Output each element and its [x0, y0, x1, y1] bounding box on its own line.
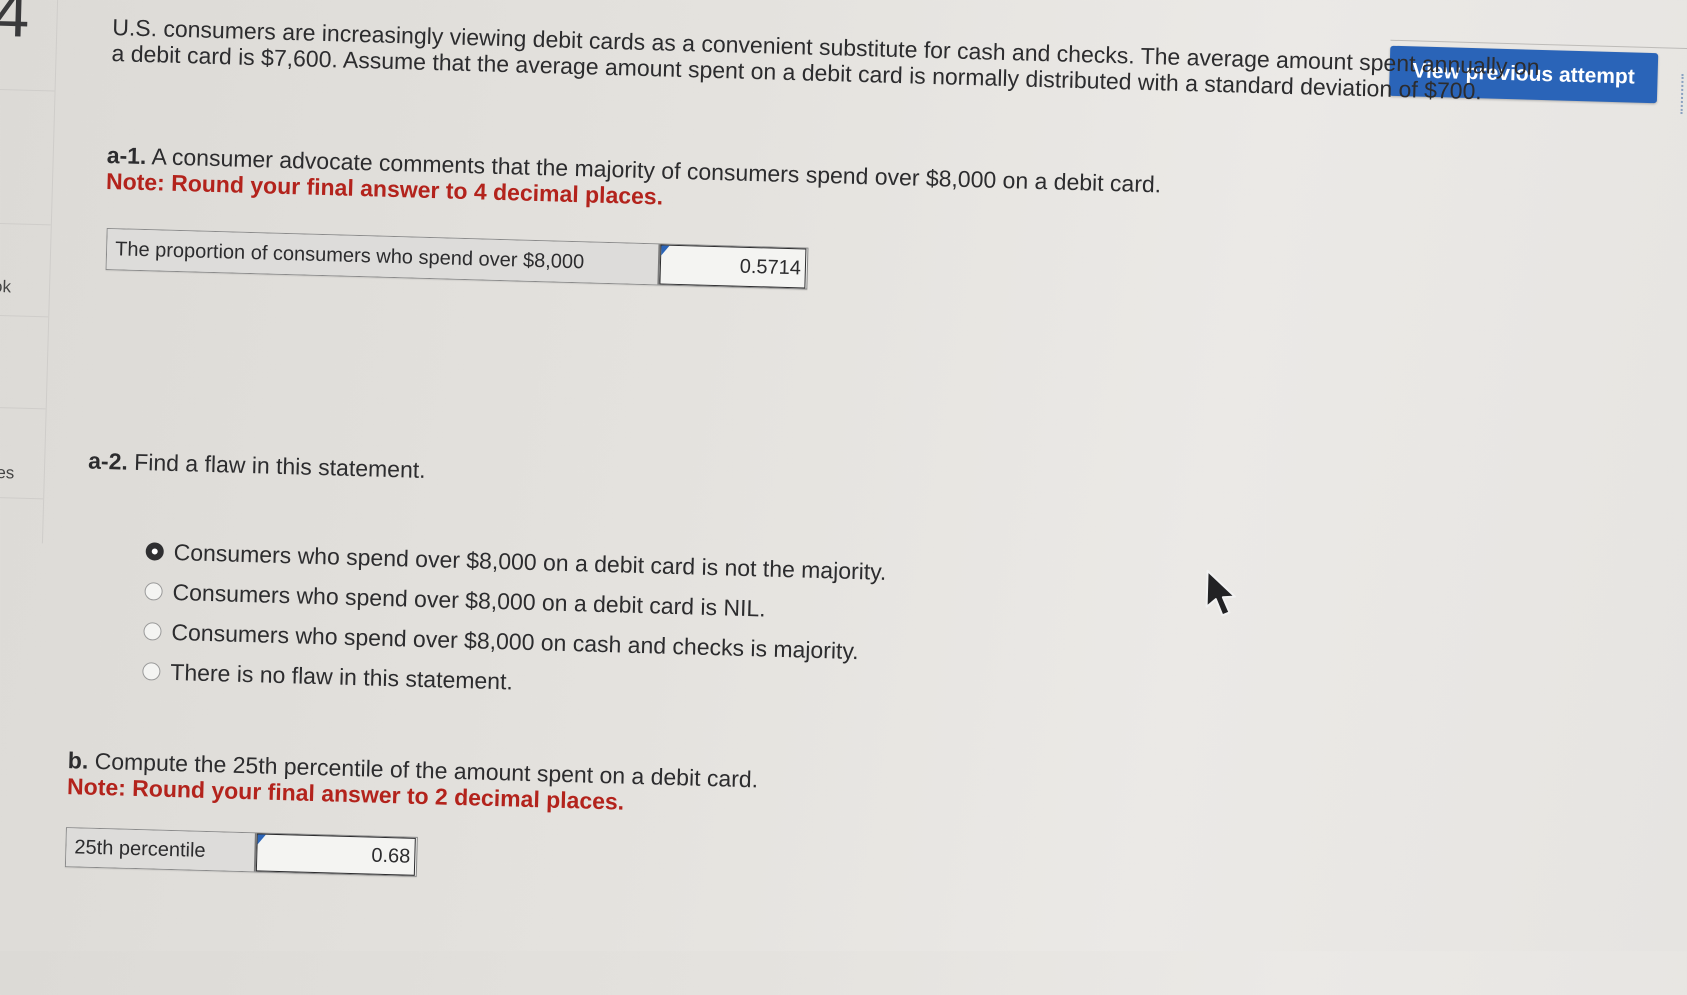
question-number: 4	[0, 0, 29, 51]
question-a1: a-1. A consumer advocate comments that t…	[106, 142, 1407, 230]
answer-table-b: 25th percentile 0.68	[64, 827, 418, 877]
question-a1-label: a-1.	[106, 141, 147, 170]
radio-selected-icon[interactable]	[145, 542, 164, 561]
radio-unselected-icon[interactable]	[144, 582, 163, 601]
answer-options-a2: Consumers who spend over $8,000 on a deb…	[142, 531, 1046, 716]
problem-intro: U.S. consumers are increasingly viewing …	[111, 14, 1540, 105]
question-b: b. Compute the 25th percentile of the am…	[67, 747, 968, 824]
sidebar-item-references[interactable]: ces	[0, 463, 15, 484]
question-b-label: b.	[67, 747, 89, 774]
radio-option-label[interactable]: There is no flaw in this statement.	[170, 658, 513, 695]
answer-value-a1: 0.5714	[739, 255, 802, 279]
question-a2-label: a-2.	[87, 447, 129, 475]
sidebar-item-ebook[interactable]: ok	[0, 277, 11, 297]
answer-value-b: 0.68	[371, 844, 411, 868]
more-options-handle[interactable]	[1680, 73, 1686, 114]
page-content: 4 ok t ces View previous attempt U.S. co…	[0, 0, 1687, 995]
answer-label-b: 25th percentile	[65, 828, 257, 872]
answer-label-a1: The proportion of consumers who spend ov…	[106, 229, 661, 285]
radio-unselected-icon[interactable]	[143, 622, 162, 641]
question-a2: a-2. Find a flaw in this statement.	[88, 448, 988, 499]
mouse-pointer-icon	[1205, 569, 1236, 617]
feedback-flag-icon	[661, 245, 670, 256]
answer-input-a1[interactable]: 0.5714	[659, 244, 807, 289]
answer-table-a1: The proportion of consumers who spend ov…	[105, 227, 809, 290]
answer-input-b[interactable]: 0.68	[255, 833, 416, 876]
feedback-flag-icon	[257, 834, 266, 845]
question-a2-text: Find a flaw in this statement.	[133, 448, 426, 483]
sidebar	[0, 0, 59, 544]
radio-unselected-icon[interactable]	[142, 662, 161, 681]
